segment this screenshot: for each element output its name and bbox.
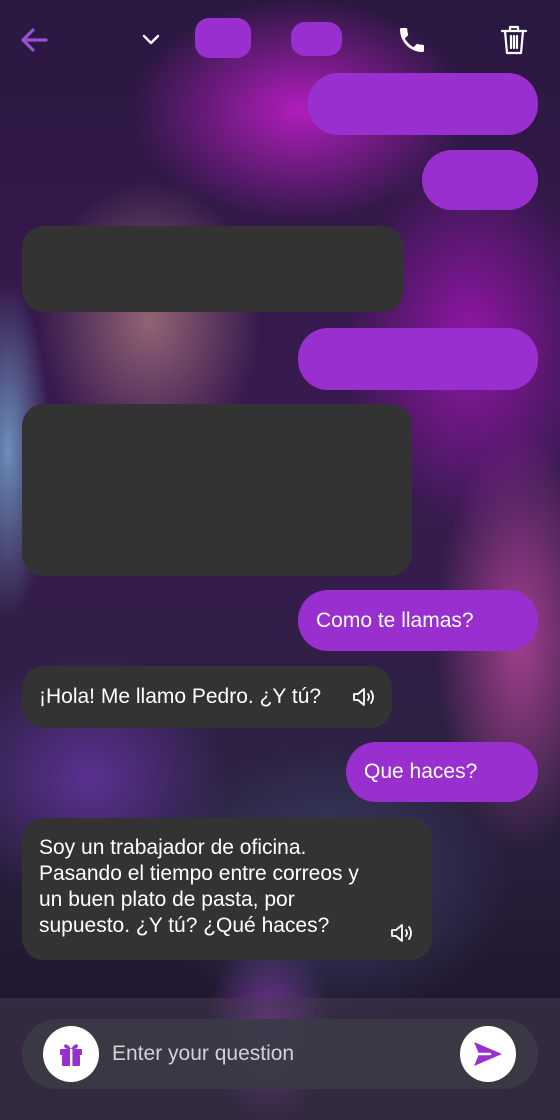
bot-message-bubble: Soy un trabajador de oficina. Pasando el… [22,818,432,960]
phone-icon [400,28,424,52]
back-button[interactable] [14,22,54,58]
user-message-bubble [422,150,538,210]
message-text: Como te llamas? [316,608,474,632]
send-button[interactable] [460,1026,516,1082]
gift-icon [60,1044,82,1066]
bot-message-bubble [22,226,404,312]
speaker-icon[interactable] [390,922,416,944]
gift-button[interactable] [43,1026,99,1082]
chevron-down-icon [142,34,160,45]
message-text: ¡Hola! Me llamo Pedro. ¿Y tú? [39,685,322,708]
call-button[interactable] [392,20,432,60]
bot-message-bubble [22,404,412,576]
user-message-bubble [308,73,538,135]
speaker-icon[interactable] [352,686,378,708]
question-input[interactable] [112,1036,442,1072]
bot-message-bubble: ¡Hola! Me llamo Pedro. ¿Y tú? [22,666,392,728]
dropdown-button[interactable] [134,24,168,56]
chat-screen: Como te llamas? ¡Hola! Me llamo Pedro. ¿… [0,0,560,1120]
message-text: Soy un trabajador de oficina. Pasando el… [39,836,359,937]
character-status-redacted [291,22,342,56]
character-name-redacted [195,18,251,58]
trash-icon [500,25,528,55]
top-bar [0,0,560,80]
user-message-bubble: Que haces? [346,742,538,802]
send-icon [474,1042,502,1066]
user-message-bubble: Como te llamas? [298,590,538,651]
delete-chat-button[interactable] [494,20,534,60]
arrow-left-icon [21,28,48,52]
user-message-bubble [298,328,538,390]
message-text: Que haces? [364,760,478,783]
